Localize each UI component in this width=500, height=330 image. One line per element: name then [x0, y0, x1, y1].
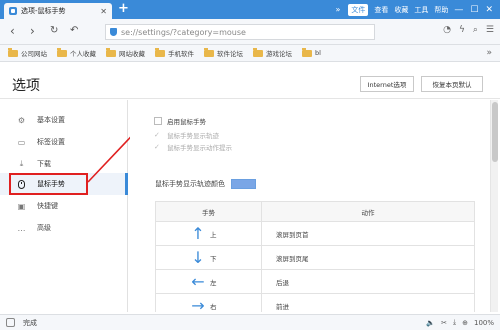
- trail-color-swatch[interactable]: [231, 179, 256, 189]
- show-hint-row[interactable]: ✓ 鼠标手势显示动作提示: [154, 142, 232, 152]
- table-header-gesture: 手势: [155, 201, 262, 222]
- table-row[interactable]: → 右 前进: [155, 293, 475, 312]
- screenshot-icon[interactable]: ✂: [441, 319, 447, 327]
- trail-color-row: 鼠标手势显示轨迹颜色: [155, 179, 256, 189]
- enable-gesture-row[interactable]: 启用鼠标手势: [154, 116, 206, 126]
- scrollbar-thumb[interactable]: [492, 102, 498, 162]
- arrow-up-icon: ↑: [191, 223, 205, 243]
- vertical-scrollbar[interactable]: [490, 100, 498, 312]
- download-status-icon[interactable]: ⤓: [453, 318, 456, 327]
- table-header-action: 动作: [261, 201, 475, 222]
- enable-gesture-label: 启用鼠标手势: [167, 118, 206, 126]
- page-status-icon: [6, 318, 15, 327]
- trail-color-label: 鼠标手势显示轨迹颜色: [155, 180, 225, 188]
- zoom-icon[interactable]: ⊕: [462, 319, 468, 327]
- table-row[interactable]: ← 左 后退: [155, 269, 475, 294]
- status-text: 完成: [23, 318, 37, 327]
- check-icon: ✓: [154, 143, 160, 151]
- settings-content: 启用鼠标手势 ✓ 鼠标手势显示轨迹 ✓ 鼠标手势显示动作提示 鼠标手势显示轨迹颜…: [130, 100, 486, 312]
- show-trail-label: 鼠标手势显示轨迹: [167, 132, 219, 140]
- arrow-down-icon: ↓: [191, 247, 205, 267]
- arrow-left-icon: ←: [191, 271, 205, 291]
- status-bar: 完成 🔈 ✂ ⤓ ⊕ 100%: [0, 314, 500, 330]
- check-icon: ✓: [154, 131, 160, 139]
- table-row[interactable]: ↓ 下 滚屏到页尾: [155, 245, 475, 270]
- table-row[interactable]: ↑ 上 滚屏到页首: [155, 221, 475, 246]
- volume-icon[interactable]: 🔈: [426, 319, 435, 327]
- show-trail-row[interactable]: ✓ 鼠标手势显示轨迹: [154, 130, 219, 140]
- zoom-level[interactable]: 100%: [474, 319, 494, 327]
- enable-gesture-checkbox[interactable]: [154, 117, 162, 125]
- gesture-table: 手势 动作 ↑ 上 滚屏到页首 ↓ 下 滚屏到页尾 ← 左 后退 → 右 前进: [155, 201, 475, 312]
- show-hint-label: 鼠标手势显示动作提示: [167, 144, 232, 152]
- arrow-right-icon: →: [191, 295, 205, 312]
